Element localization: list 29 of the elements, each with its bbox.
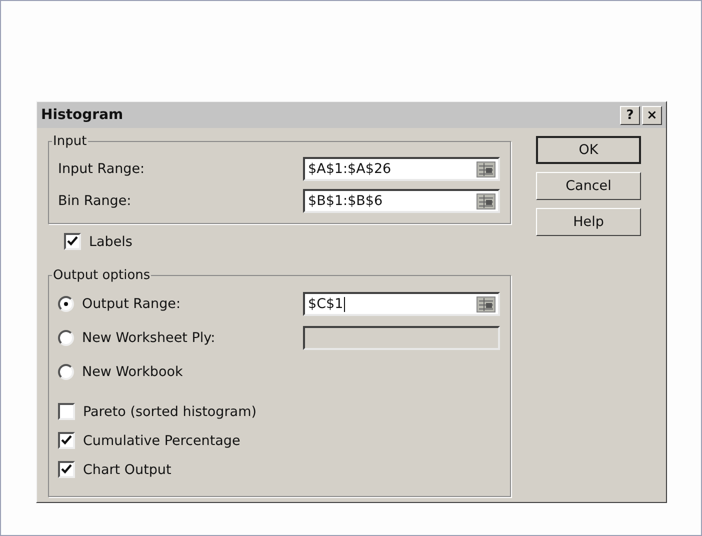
range-select-icon[interactable] [476, 192, 496, 210]
range-field[interactable]: $A$1:$A$26 [303, 157, 500, 181]
checkbox-label: Labels [89, 234, 132, 250]
window-title: Histogram [41, 107, 124, 123]
range-field[interactable]: $C$1 [303, 292, 500, 316]
checkbox-label: Chart Output [83, 462, 172, 478]
checkbox[interactable] [58, 403, 75, 420]
dialog-button[interactable]: OK [536, 136, 641, 164]
radio-label: New Worksheet Ply: [82, 330, 216, 346]
dialog-button[interactable]: Help [536, 208, 641, 236]
field-label: Input Range: [58, 161, 146, 177]
checkbox-label: Cumulative Percentage [83, 432, 240, 448]
checkbox[interactable] [58, 432, 75, 449]
radio-label: Output Range: [82, 296, 181, 312]
dialog-button[interactable]: Cancel [536, 172, 641, 200]
range-select-icon[interactable] [476, 160, 496, 178]
range-select-icon[interactable] [476, 296, 496, 312]
field-label: Bin Range: [58, 193, 132, 209]
radio-label: New Workbook [82, 364, 183, 380]
radio-button[interactable] [58, 364, 74, 380]
radio-button[interactable] [58, 296, 74, 312]
group-legend: Input [52, 134, 88, 149]
checkbox-label: Pareto (sorted histogram) [83, 404, 256, 420]
help-button[interactable]: ? [620, 106, 640, 124]
checkbox[interactable] [64, 233, 81, 250]
range-field[interactable]: $B$1:$B$6 [303, 189, 500, 213]
group-legend: Output options [52, 268, 152, 283]
close-button[interactable]: × [642, 106, 662, 124]
checkbox[interactable] [58, 461, 75, 478]
